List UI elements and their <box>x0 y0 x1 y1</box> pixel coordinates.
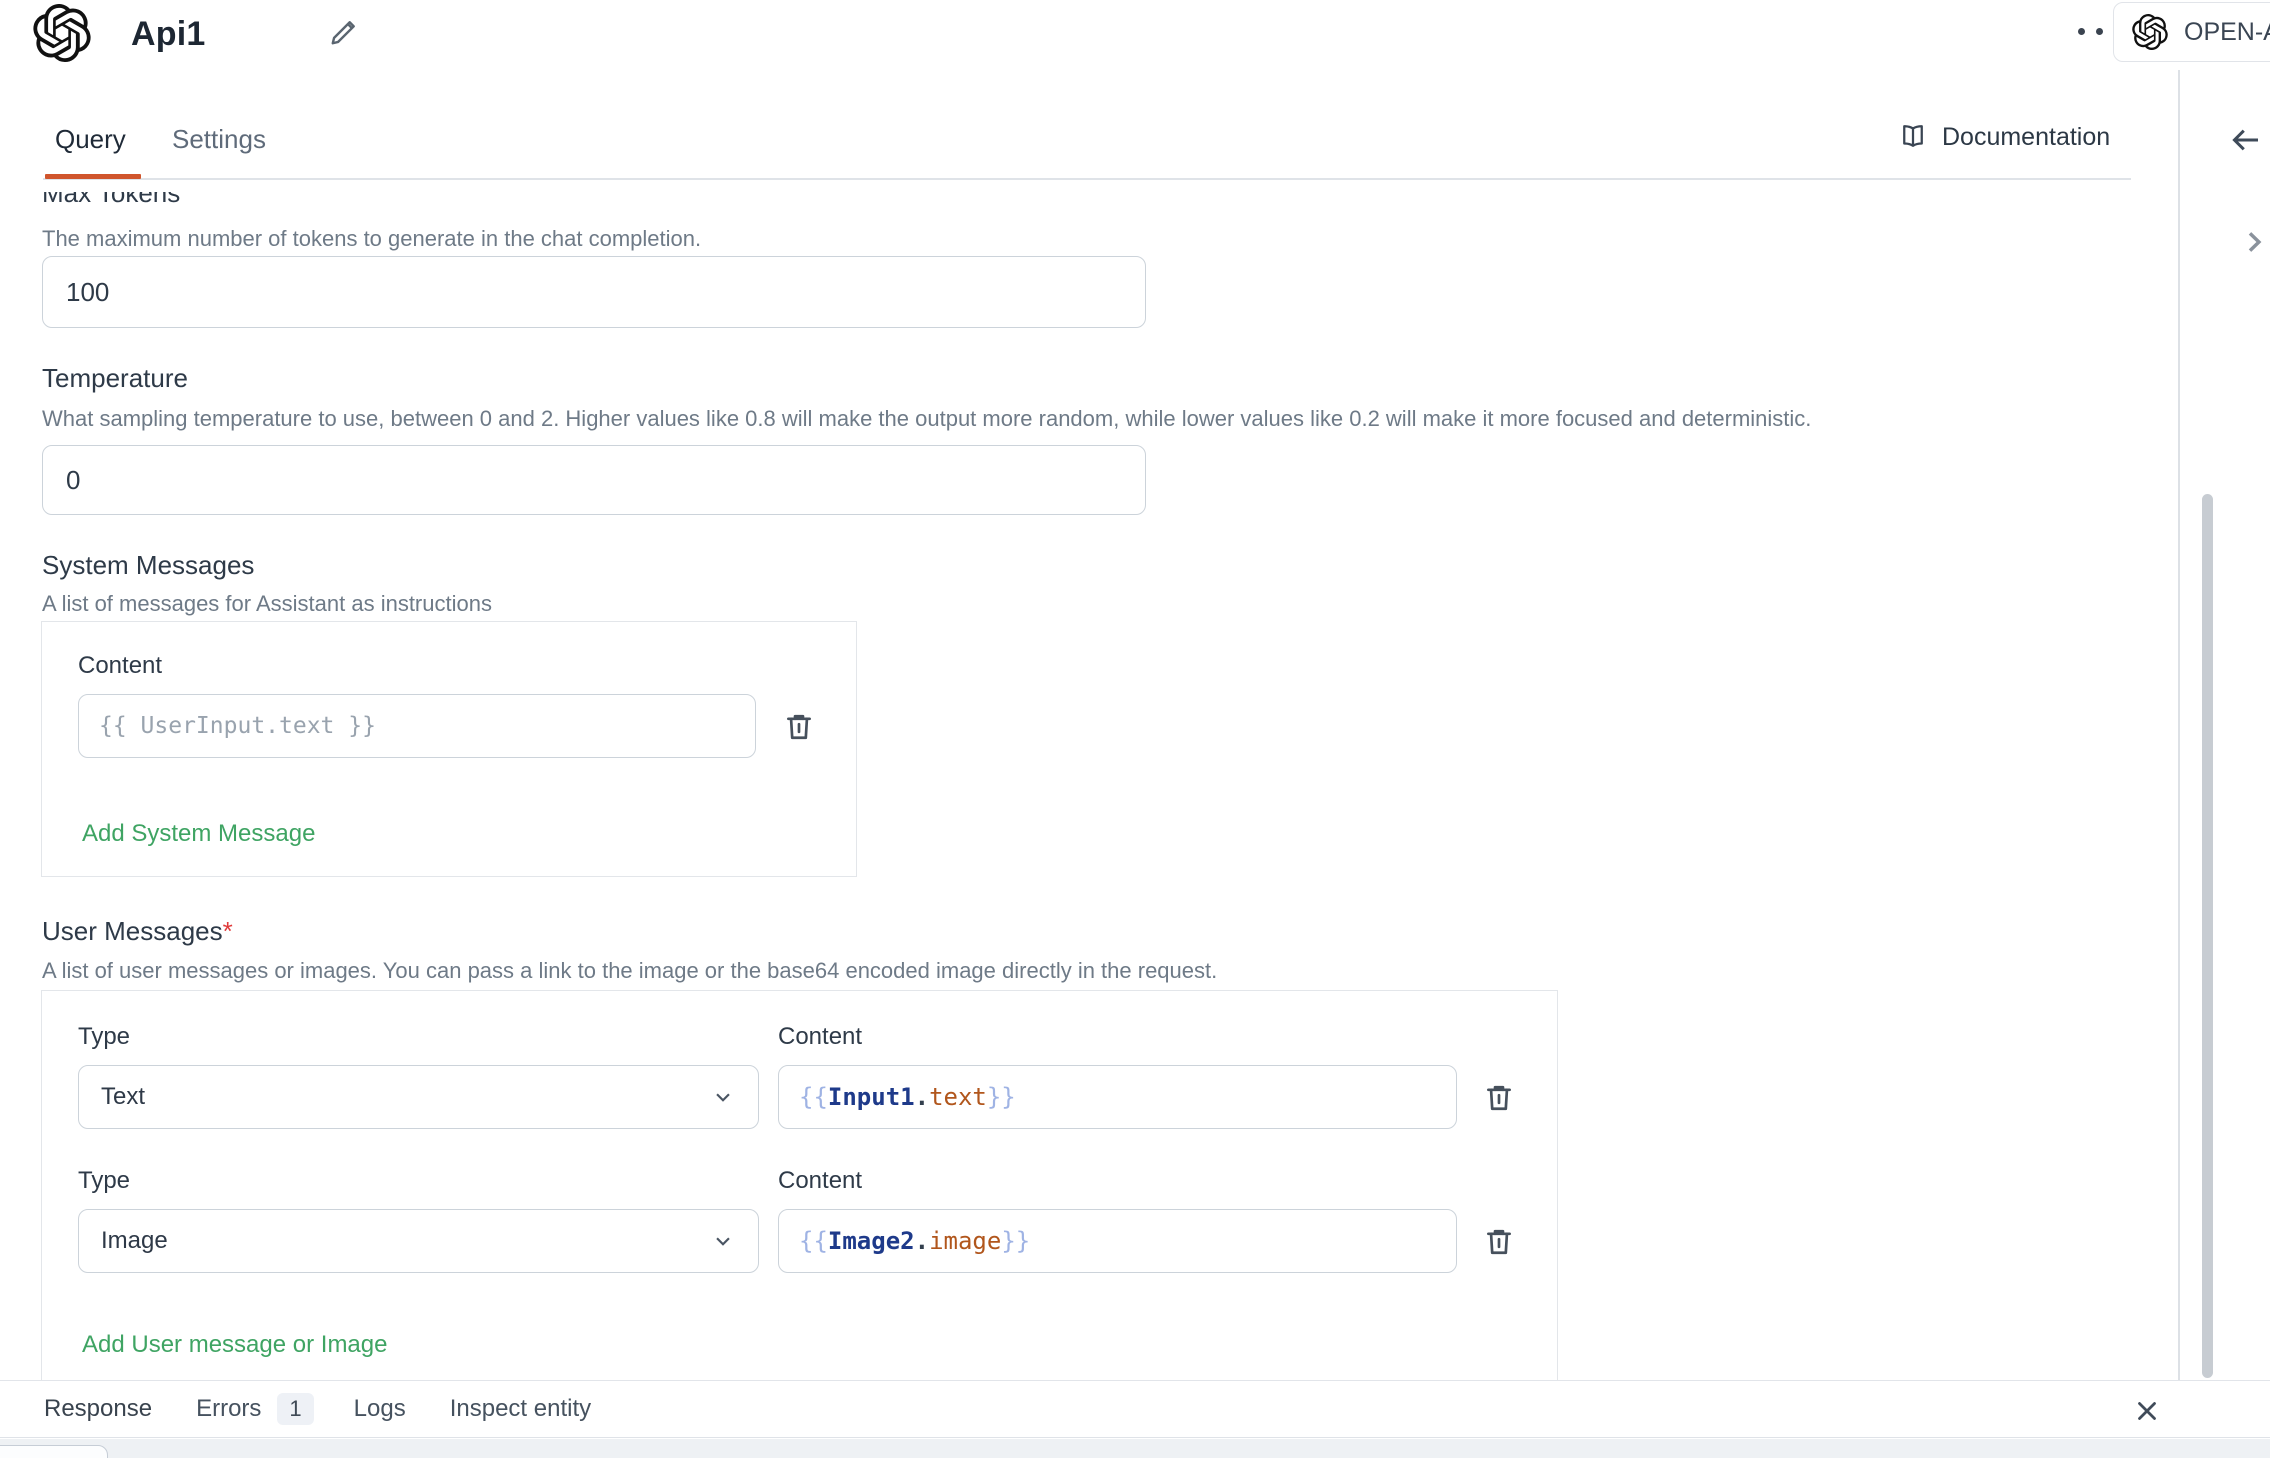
user-messages-label-row: User Messages* <box>42 916 233 947</box>
type-label: Type <box>78 1023 130 1051</box>
syntax-dot: . <box>915 1083 929 1111</box>
documentation-link[interactable]: Documentation <box>1898 122 2110 152</box>
errors-count-badge: 1 <box>277 1393 313 1425</box>
message-type-select[interactable]: Text <box>78 1065 759 1129</box>
system-messages-description: A list of messages for Assistant as inst… <box>42 591 492 617</box>
right-panel-divider <box>2178 70 2180 1438</box>
tab-query[interactable]: Query <box>55 124 126 155</box>
footer-stub-tab[interactable] <box>0 1445 108 1458</box>
query-editor-window: Api1 OPEN-A Query Settings Documentation… <box>0 0 2270 1458</box>
message-content-input[interactable]: {{Input1.text}} <box>778 1065 1457 1129</box>
datasource-label: OPEN-A <box>2184 18 2270 47</box>
trash-icon[interactable] <box>782 710 816 744</box>
user-messages-description: A list of user messages or images. You c… <box>42 958 1217 984</box>
user-messages-group: Type Content Text {{Input1.text}} Type C… <box>41 990 1558 1380</box>
tab-errors-label: Errors <box>196 1395 261 1423</box>
message-type-value: Text <box>101 1083 145 1111</box>
arrow-left-icon[interactable] <box>2228 122 2264 158</box>
syntax-object: Image2 <box>828 1227 915 1255</box>
system-messages-group: Content {{ UserInput.text }} Add System … <box>41 621 857 877</box>
datasource-button[interactable]: OPEN-A <box>2113 2 2270 62</box>
type-label: Type <box>78 1167 130 1195</box>
add-system-message-link[interactable]: Add System Message <box>82 820 315 848</box>
tab-inspect-entity-label: Inspect entity <box>450 1395 591 1423</box>
temperature-value: 0 <box>66 465 80 496</box>
tabbar-divider <box>43 178 2131 180</box>
add-user-message-link[interactable]: Add User message or Image <box>82 1331 387 1359</box>
user-messages-label: User Messages <box>42 916 223 946</box>
system-content-label: Content <box>78 652 162 680</box>
max-tokens-input[interactable]: 100 <box>42 256 1146 328</box>
tab-inspect-entity[interactable]: Inspect entity <box>450 1395 591 1423</box>
syntax-prop: image <box>929 1227 1001 1255</box>
syntax-close: }} <box>987 1083 1016 1111</box>
book-icon <box>1898 122 1928 152</box>
openai-logo-icon <box>2132 14 2168 50</box>
system-content-input[interactable]: {{ UserInput.text }} <box>78 694 756 758</box>
syntax-open: {{ <box>799 1227 828 1255</box>
temperature-label: Temperature <box>42 363 188 394</box>
content-label: Content <box>778 1023 862 1051</box>
chevron-down-icon <box>710 1228 736 1254</box>
system-messages-label: System Messages <box>42 550 254 581</box>
temperature-input[interactable]: 0 <box>42 445 1146 515</box>
trash-icon[interactable] <box>1482 1081 1516 1115</box>
active-tab-indicator <box>45 174 141 179</box>
page-title: Api1 <box>131 15 205 54</box>
max-tokens-description: The maximum number of tokens to generate… <box>42 226 701 252</box>
chevron-right-icon[interactable] <box>2238 226 2270 258</box>
message-content-input[interactable]: {{Image2.image}} <box>778 1209 1457 1273</box>
tab-errors[interactable]: Errors 1 <box>196 1393 314 1425</box>
edit-pencil-icon[interactable] <box>326 14 362 50</box>
message-type-value: Image <box>101 1227 168 1255</box>
tab-logs-label: Logs <box>354 1395 406 1423</box>
message-type-select[interactable]: Image <box>78 1209 759 1273</box>
tab-logs[interactable]: Logs <box>354 1395 406 1423</box>
system-content-placeholder: {{ UserInput.text }} <box>99 713 376 739</box>
vertical-scrollbar[interactable] <box>2202 494 2213 1378</box>
tab-settings[interactable]: Settings <box>172 124 266 155</box>
query-form-scroll-area[interactable]: Max Tokens The maximum number of tokens … <box>0 192 2160 1380</box>
content-label: Content <box>778 1167 862 1195</box>
trash-icon[interactable] <box>1482 1225 1516 1259</box>
syntax-prop: text <box>929 1083 987 1111</box>
max-tokens-label: Max Tokens <box>42 192 180 209</box>
syntax-object: Input1 <box>828 1083 915 1111</box>
footer-strip <box>0 1439 2270 1458</box>
close-icon[interactable] <box>2132 1396 2162 1426</box>
openai-logo-icon <box>33 4 91 62</box>
documentation-label: Documentation <box>1942 123 2110 152</box>
bottom-panel-bar: Response Errors 1 Logs Inspect entity <box>0 1380 2270 1438</box>
tab-response[interactable]: Response <box>44 1395 152 1423</box>
syntax-dot: . <box>915 1227 929 1255</box>
max-tokens-value: 100 <box>66 277 109 308</box>
temperature-description: What sampling temperature to use, betwee… <box>42 406 2132 432</box>
tab-response-label: Response <box>44 1395 152 1423</box>
chevron-down-icon <box>710 1084 736 1110</box>
syntax-close: }} <box>1001 1227 1030 1255</box>
syntax-open: {{ <box>799 1083 828 1111</box>
required-marker: * <box>223 916 233 946</box>
